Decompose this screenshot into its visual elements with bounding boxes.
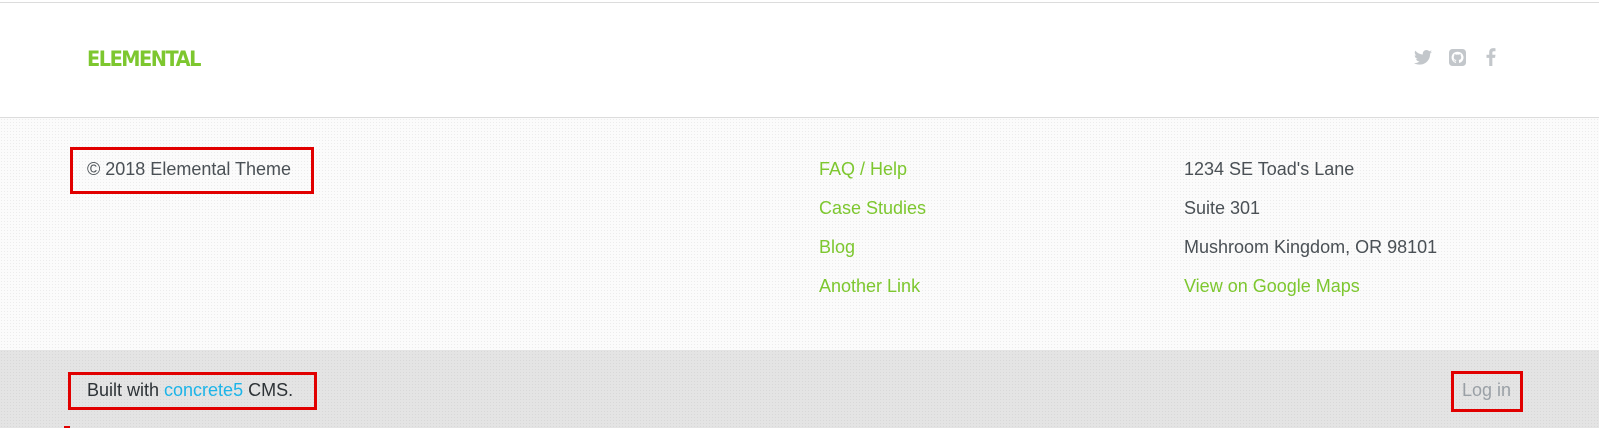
address-line-3: Mushroom Kingdom, OR 98101 [1184, 237, 1438, 257]
copyright-text: © 2018 Elemental Theme [87, 159, 292, 179]
concrete5-link[interactable]: concrete5 [164, 380, 243, 400]
google-maps-link[interactable]: View on Google Maps [1184, 276, 1437, 315]
github-icon[interactable] [1447, 47, 1467, 67]
site-logo[interactable]: ELEMENTAL [87, 47, 201, 71]
footer-link-another[interactable]: Another Link [819, 276, 926, 315]
footer-link-faq[interactable]: FAQ / Help [819, 159, 926, 198]
built-with-text: Built with concrete5 CMS. [87, 380, 293, 401]
footer-link-case-studies[interactable]: Case Studies [819, 198, 926, 237]
login-link[interactable]: Log in [1462, 380, 1511, 401]
footer-link-blog[interactable]: Blog [819, 237, 926, 276]
facebook-icon[interactable] [1481, 47, 1501, 67]
footer-address: 1234 SE Toad's Lane Suite 301 Mushroom K… [1184, 159, 1437, 315]
built-with-suffix: CMS. [243, 380, 294, 400]
social-links [1413, 47, 1501, 67]
address-line-1: 1234 SE Toad's Lane [1184, 159, 1355, 179]
address-line-2: Suite 301 [1184, 198, 1261, 218]
footer-links: FAQ / Help Case Studies Blog Another Lin… [819, 159, 926, 315]
twitter-icon[interactable] [1413, 47, 1433, 67]
built-with-prefix: Built with [87, 380, 165, 400]
site-header: ELEMENTAL [0, 3, 1599, 118]
